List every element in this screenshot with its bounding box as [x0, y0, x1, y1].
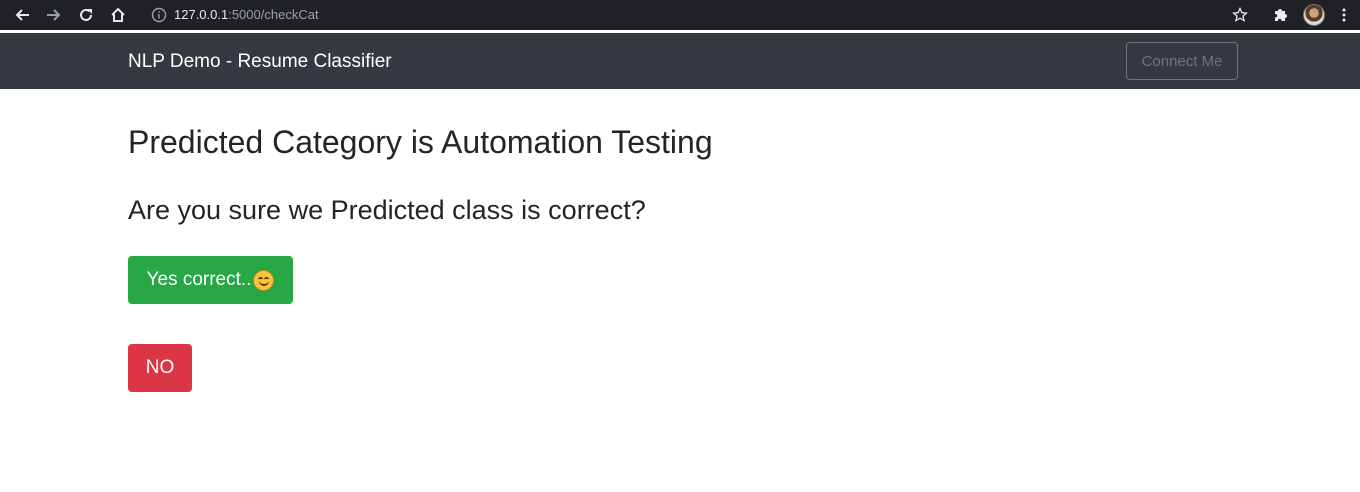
home-button[interactable]	[106, 3, 130, 27]
back-button[interactable]	[10, 3, 34, 27]
no-button[interactable]: NO	[128, 344, 192, 392]
browser-menu-button[interactable]	[1332, 3, 1356, 27]
info-icon[interactable]	[151, 7, 167, 23]
home-icon	[111, 7, 125, 22]
prediction-heading: Predicted Category is Automation Testing	[128, 124, 713, 160]
extensions-button[interactable]	[1268, 3, 1292, 27]
site-navbar: NLP Demo - Resume Classifier Connect Me	[0, 33, 1360, 89]
bookmark-button[interactable]	[1228, 3, 1252, 27]
connect-me-button[interactable]: Connect Me	[1126, 42, 1238, 80]
url-text[interactable]: 127.0.0.1:5000/checkCat	[174, 7, 319, 23]
back-arrow-icon	[15, 9, 29, 21]
browser-toolbar: 127.0.0.1:5000/checkCat	[0, 0, 1360, 30]
star-icon	[1232, 7, 1248, 22]
address-bar[interactable]: 127.0.0.1:5000/checkCat	[138, 2, 1264, 28]
smile-emoji-icon	[253, 269, 275, 291]
profile-avatar[interactable]	[1303, 4, 1325, 26]
forward-arrow-icon	[47, 9, 61, 21]
url-path: :5000/checkCat	[228, 7, 319, 22]
puzzle-icon	[1275, 9, 1287, 21]
reload-icon	[80, 8, 92, 21]
navbar-brand[interactable]: NLP Demo - Resume Classifier	[128, 51, 392, 73]
reload-button[interactable]	[74, 3, 98, 27]
yes-correct-label: Yes correct..	[146, 269, 252, 290]
url-host: 127.0.0.1	[174, 7, 229, 22]
kebab-menu-icon	[1342, 8, 1346, 22]
confirmation-question: Are you sure we Predicted class is corre…	[128, 195, 646, 225]
forward-button[interactable]	[42, 3, 66, 27]
yes-correct-button[interactable]: Yes correct..	[128, 256, 293, 304]
